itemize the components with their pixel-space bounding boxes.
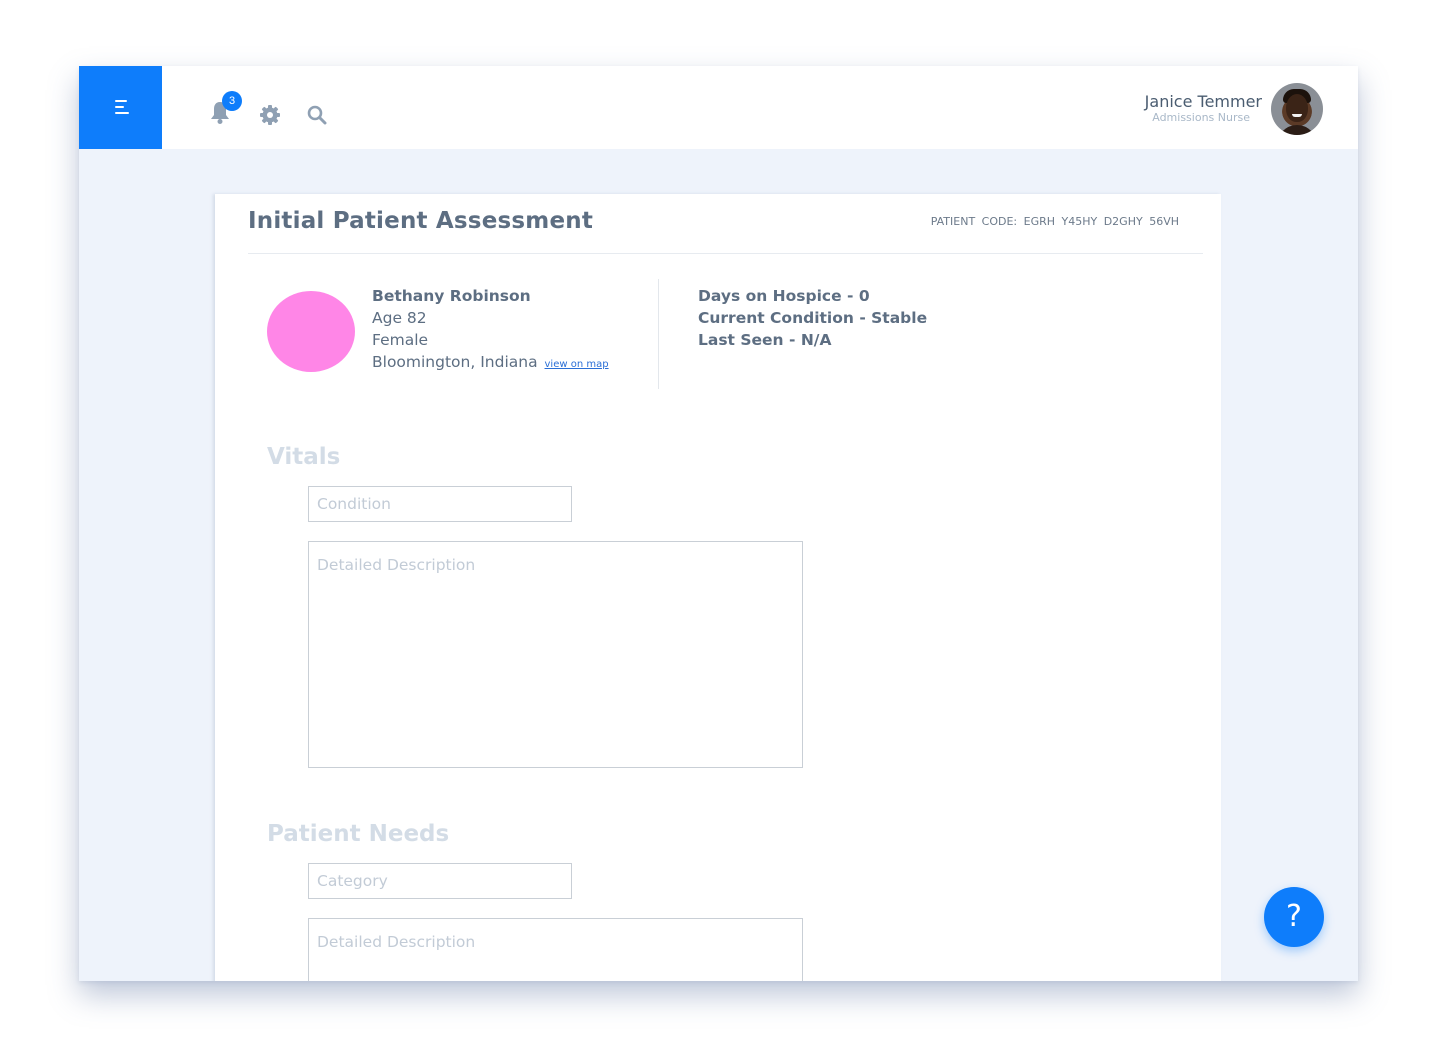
patient-gender: Female <box>372 331 429 349</box>
help-button[interactable]: ? <box>1264 887 1324 947</box>
patient-code: PATIENT CODE: EGRH Y45HY D2GHY 56VH <box>930 215 1179 228</box>
vitals-condition-input[interactable] <box>308 486 572 522</box>
notification-count-badge: 3 <box>222 91 242 111</box>
info-divider <box>658 279 659 389</box>
view-on-map-link[interactable]: view on map <box>545 359 609 370</box>
days-on-hospice: Days on Hospice - 0 <box>698 287 870 305</box>
user-avatar[interactable] <box>1271 83 1323 135</box>
patient-location-row: Bloomington, Indiana view on map <box>372 351 609 376</box>
patient-name: Bethany Robinson <box>372 287 531 305</box>
patient-stats: Days on Hospice - 0 Current Condition - … <box>698 285 927 351</box>
app-window: 3 Janice Temmer Admissions Nurse Initial… <box>79 66 1358 981</box>
patient-info: Bethany Robinson Age 82 Female Bloomingt… <box>372 285 609 376</box>
needs-category-input[interactable] <box>308 863 572 899</box>
search-icon <box>307 105 327 125</box>
page-title: Initial Patient Assessment <box>248 208 594 234</box>
last-seen: Last Seen - N/A <box>698 331 832 349</box>
current-condition: Current Condition - Stable <box>698 309 928 327</box>
patient-location: Bloomington, Indiana <box>372 353 538 371</box>
title-divider <box>248 253 1203 254</box>
vitals-heading: Vitals <box>267 444 341 470</box>
menu-button[interactable] <box>79 66 162 149</box>
user-name: Janice Temmer <box>1144 92 1262 111</box>
patient-photo <box>267 291 355 372</box>
settings-button[interactable] <box>259 104 281 126</box>
top-bar: 3 Janice Temmer Admissions Nurse <box>79 66 1358 149</box>
vitals-description-textarea[interactable] <box>308 541 803 768</box>
assessment-card: Initial Patient Assessment PATIENT CODE:… <box>215 194 1221 981</box>
patient-age: Age 82 <box>372 309 427 327</box>
gear-icon <box>260 105 280 125</box>
patient-needs-heading: Patient Needs <box>267 821 450 847</box>
needs-description-textarea[interactable] <box>308 918 803 981</box>
user-role: Admissions Nurse <box>1152 111 1250 124</box>
search-button[interactable] <box>307 105 327 125</box>
